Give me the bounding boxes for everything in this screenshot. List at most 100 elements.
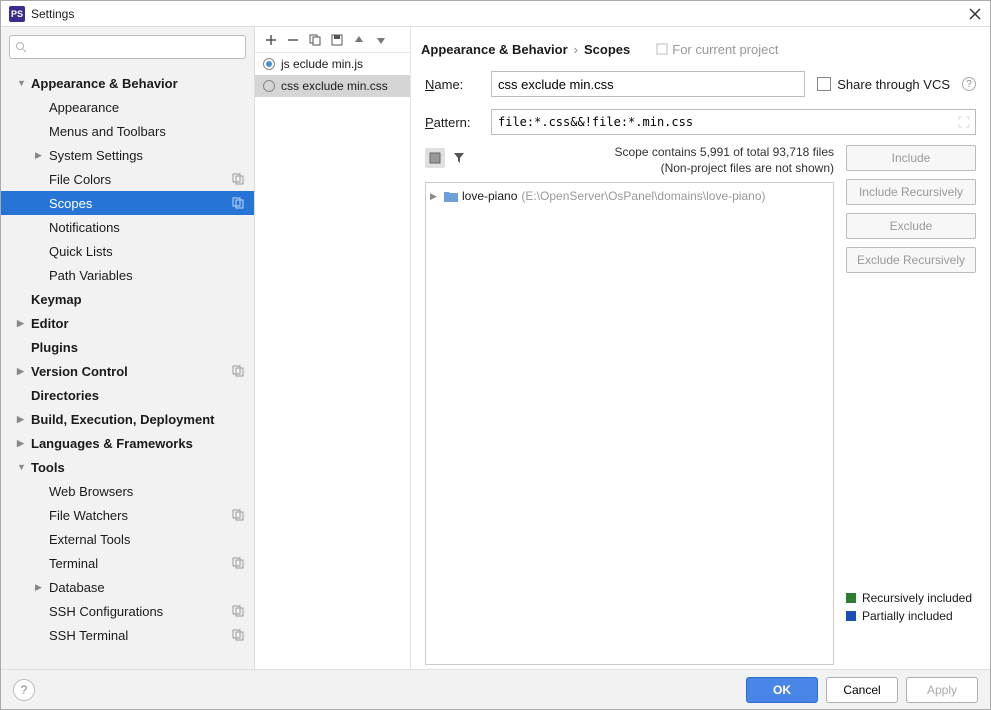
sidebar-item-appearance-behavior[interactable]: ▼Appearance & Behavior [1,71,254,95]
sidebar-item-build-execution-deployment[interactable]: ▶Build, Execution, Deployment [1,407,254,431]
scope-type-icon [263,58,275,70]
sidebar-item-label: SSH Configurations [49,604,163,619]
chevron-right-icon: › [574,42,578,57]
sidebar-item-keymap[interactable]: Keymap [1,287,254,311]
settings-sidebar: ▼Appearance & Behavior Appearance Menus an… [1,27,255,669]
chevron-right-icon: ▶ [35,582,42,593]
sidebar-item-label: Plugins [31,340,78,355]
pattern-label: Pattern: [425,115,479,130]
chevron-right-icon: ▶ [17,318,24,329]
sidebar-item-languages-frameworks[interactable]: ▶ Languages & Frameworks [1,431,254,455]
sidebar-item-system-settings[interactable]: ▶ System Settings [1,143,254,167]
sidebar-item-label: Path Variables [49,268,133,283]
sidebar-item-scopes[interactable]: Scopes [1,191,254,215]
remove-button[interactable] [283,30,303,50]
sidebar-item-label: Languages & Frameworks [31,436,193,451]
settings-search-input[interactable] [9,35,246,59]
tree-root[interactable]: ▶ love-piano (E:\OpenServer\OsPanel\doma… [430,187,829,205]
sidebar-item-path-variables[interactable]: Path Variables [1,263,254,287]
sidebar-item-ssh-terminal[interactable]: SSH Terminal [1,623,254,647]
sidebar-item-quick-lists[interactable]: Quick Lists [1,239,254,263]
scope-list-item[interactable]: css exclude min.css [255,75,410,97]
breadcrumb: Appearance & Behavior › Scopes For curre… [411,33,978,65]
sidebar-item-terminal[interactable]: Terminal [1,551,254,575]
sidebar-item-menus-and-toolbars[interactable]: Menus and Toolbars [1,119,254,143]
sidebar-item-label: Appearance & Behavior [31,76,178,91]
chevron-right-icon: ▶ [17,414,24,425]
project-badge-icon [232,605,244,617]
file-tree[interactable]: ▶ love-piano (E:\OpenServer\OsPanel\doma… [425,182,834,665]
sidebar-item-plugins[interactable]: Plugins [1,335,254,359]
project-badge-icon [232,197,244,209]
project-icon [656,43,668,55]
sidebar-item-version-control[interactable]: ▶Version Control [1,359,254,383]
scope-stats: Scope contains 5,991 of total 93,718 fil… [469,145,834,176]
sidebar-item-ssh-configurations[interactable]: SSH Configurations [1,599,254,623]
sidebar-item-notifications[interactable]: Notifications [1,215,254,239]
sidebar-item-label: System Settings [49,148,143,163]
sidebar-item-label: Version Control [31,364,128,379]
project-badge-icon [232,557,244,569]
sidebar-item-file-watchers[interactable]: File Watchers [1,503,254,527]
help-button[interactable]: ? [13,679,35,701]
sidebar-item-label: External Tools [49,532,130,547]
window-title: Settings [31,7,968,21]
sidebar-item-appearance[interactable]: Appearance [1,95,254,119]
sidebar-item-label: Appearance [49,100,119,115]
sidebar-item-external-tools[interactable]: External Tools [1,527,254,551]
chevron-right-icon: ▶ [17,438,24,449]
exclude-recursively-button[interactable]: Exclude Recursively [846,247,976,273]
name-label: Name: [425,77,479,92]
sidebar-item-directories[interactable]: Directories [1,383,254,407]
move-down-button[interactable] [371,30,391,50]
sidebar-item-database[interactable]: ▶ Database [1,575,254,599]
folder-name: love-piano [462,189,517,203]
save-button[interactable] [327,30,347,50]
pattern-input[interactable] [491,109,976,135]
sidebar-item-label: Web Browsers [49,484,133,499]
share-vcs-checkbox[interactable]: Share through VCS [817,77,950,92]
include-button[interactable]: Include [846,145,976,171]
tree-toolbar [425,145,469,171]
chevron-right-icon: ▶ [430,191,440,202]
sidebar-item-file-colors[interactable]: File Colors [1,167,254,191]
move-up-button[interactable] [349,30,369,50]
copy-button[interactable] [305,30,325,50]
scope-list-item[interactable]: js eclude min.js [255,53,410,75]
apply-button[interactable]: Apply [906,677,978,703]
expand-icon[interactable] [958,116,970,128]
checkbox-icon [817,77,831,91]
show-files-button[interactable] [425,148,445,168]
sidebar-item-label: Terminal [49,556,98,571]
cancel-button[interactable]: Cancel [826,677,898,703]
include-recursively-button[interactable]: Include Recursively [846,179,976,205]
exclude-button[interactable]: Exclude [846,213,976,239]
filter-button[interactable] [449,148,469,168]
sidebar-item-label: Database [49,580,105,595]
legend: Recursively included Partially included [846,589,972,625]
share-label: Share through VCS [837,77,950,92]
sidebar-item-label: Keymap [31,292,82,307]
scope-name-input[interactable] [491,71,805,97]
breadcrumb-parent[interactable]: Appearance & Behavior [421,42,568,57]
sidebar-item-tools[interactable]: ▼Tools [1,455,254,479]
legend-label: Partially included [862,609,953,623]
folder-icon [444,191,458,202]
settings-tree: ▼Appearance & Behavior Appearance Menus an… [1,67,254,669]
context-label: For current project [656,42,778,57]
sidebar-item-label: Quick Lists [49,244,113,259]
ok-button[interactable]: OK [746,677,818,703]
search-icon [15,41,27,53]
legend-swatch-recursive [846,593,856,603]
sidebar-item-label: Menus and Toolbars [49,124,166,139]
chevron-right-icon: ▶ [35,150,42,161]
add-button[interactable] [261,30,281,50]
close-icon[interactable] [968,7,982,21]
scope-label: css exclude min.css [281,79,388,93]
sidebar-item-editor[interactable]: ▶Editor [1,311,254,335]
scope-detail: Appearance & Behavior › Scopes For curre… [411,27,990,669]
scope-label: js eclude min.js [281,57,363,71]
scopes-toolbar [255,27,410,53]
sidebar-item-web-browsers[interactable]: Web Browsers [1,479,254,503]
help-icon[interactable]: ? [962,77,976,91]
